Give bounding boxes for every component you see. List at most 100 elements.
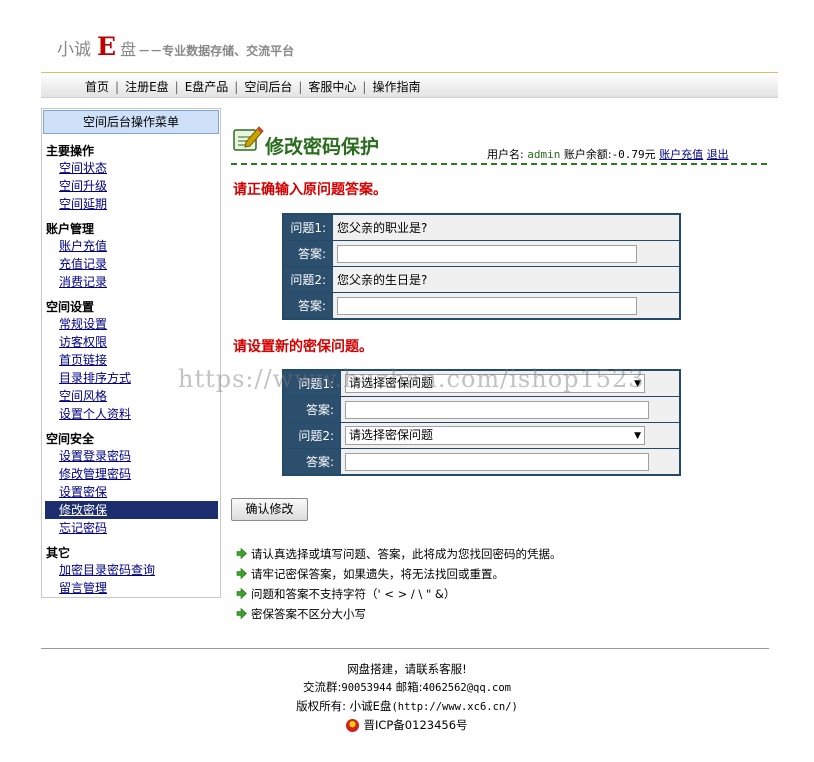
menu-group-settings: 空间设置 常规设置 访客权限 首页链接 目录排序方式 空间风格 设置个人资料 <box>42 299 220 423</box>
qq-group-number: 90053944 <box>341 682 392 694</box>
old-q1-label: 问题1: <box>282 213 333 241</box>
old-q2-label: 问题2: <box>282 266 333 293</box>
menu-space-extend[interactable]: 空间延期 <box>59 195 220 213</box>
balance-value: -0.79元 <box>611 148 656 161</box>
menu-set-login-password[interactable]: 设置登录密码 <box>59 447 220 465</box>
new-a2-label: 答案: <box>282 448 341 476</box>
site-slogan: －－专业数据存储、交流平台 <box>138 44 295 58</box>
nav-products[interactable]: E盘产品 <box>185 80 229 94</box>
copyright-url: (http://www.xc6.cn/) <box>391 701 518 713</box>
tip-text: 请牢记密保答案，如果遗失，将无法找回或重置。 <box>251 567 504 581</box>
tip-text: 密保答案不区分大小写 <box>251 607 366 621</box>
tip-item: 密保答案不区分大小写 <box>236 604 562 624</box>
menu-recharge[interactable]: 账户充值 <box>59 237 220 255</box>
menu-space-style[interactable]: 空间风格 <box>59 387 220 405</box>
menu-forgot-password[interactable]: 忘记密码 <box>59 519 220 537</box>
menu-messages[interactable]: 留言管理 <box>59 579 220 597</box>
menu-dir-sort[interactable]: 目录排序方式 <box>59 369 220 387</box>
recharge-link[interactable]: 账户充值 <box>659 148 703 161</box>
icp-number[interactable]: 晋ICP备0123456号 <box>363 716 467 734</box>
username-label: 用户名: <box>487 148 524 161</box>
nav-register[interactable]: 注册E盘 <box>125 80 169 94</box>
green-arrow-icon <box>236 608 247 619</box>
nav-separator: | <box>362 80 367 94</box>
nav-separator: | <box>174 80 179 94</box>
email-label: 邮箱: <box>395 680 423 694</box>
sidebar-menu: 空间后台操作菜单 主要操作 空间状态 空间升级 空间延期 账户管理 账户充值 充… <box>41 108 221 598</box>
footer-contact-line: 网盘搭建，请联系客服! <box>347 662 467 676</box>
dropdown-arrow-icon: ▼ <box>634 379 641 389</box>
menu-space-upgrade[interactable]: 空间升级 <box>59 177 220 195</box>
green-arrow-icon <box>236 548 247 559</box>
menu-group-main: 主要操作 空间状态 空间升级 空间延期 <box>42 143 220 213</box>
old-answer1-input[interactable] <box>337 244 637 263</box>
menu-group-title: 空间设置 <box>46 300 95 314</box>
menu-encrypted-dir-query[interactable]: 加密目录密码查询 <box>59 561 220 579</box>
copyright-name: 小诚E盘 <box>349 699 392 713</box>
nav-space-admin[interactable]: 空间后台 <box>244 80 292 94</box>
old-q2-text: 您父亲的生日是? <box>332 266 681 293</box>
new-question1-select[interactable]: 请选择密保问题 ▼ <box>345 374 645 393</box>
footer-contact-info: 交流群:90053944 邮箱:4062562@qq.com <box>0 678 814 697</box>
menu-group-title: 主要操作 <box>46 144 95 158</box>
menu-homepage-link[interactable]: 首页链接 <box>59 351 220 369</box>
nav-guide[interactable]: 操作指南 <box>372 80 420 94</box>
user-info: 用户名: admin 账户余额:-0.79元 账户充值 退出 <box>487 146 729 162</box>
menu-space-status[interactable]: 空间状态 <box>59 159 220 177</box>
nav-home[interactable]: 首页 <box>85 80 109 94</box>
select-value: 请选择密保问题 <box>349 428 434 442</box>
menu-change-admin-password[interactable]: 修改管理密码 <box>59 465 220 483</box>
confirm-change-button[interactable]: 确认修改 <box>231 498 308 521</box>
menu-general-settings[interactable]: 常规设置 <box>59 315 220 333</box>
new-question2-select[interactable]: 请选择密保问题 ▼ <box>345 426 645 445</box>
tips-list: 请认真选择或填写问题、答案，此将成为您找回密码的凭据。 请牢记密保答案，如果遗失… <box>236 544 562 624</box>
balance-label: 账户余额: <box>563 148 612 161</box>
police-badge-icon <box>346 718 360 732</box>
site-logo[interactable]: 小诚 E 盘－－专业数据存储、交流平台 <box>57 32 294 62</box>
footer-copyright: 版权所有: 小诚E盘(http://www.xc6.cn/) <box>0 697 814 716</box>
footer-divider <box>41 648 769 649</box>
menu-change-security-question[interactable]: 修改密保 <box>45 501 218 519</box>
old-a2-label: 答案: <box>282 292 333 320</box>
username: admin <box>527 148 561 161</box>
new-q1-label: 问题1: <box>282 369 341 397</box>
tip-item: 问题和答案不支持字符（' < > / \ " &） <box>236 584 562 604</box>
new-answer1-input[interactable] <box>345 400 649 419</box>
new-questions-table: 问题1: 请选择密保问题 ▼ 答案: 问题2: 请选择密保问题 ▼ 答案: <box>282 369 681 476</box>
dropdown-arrow-icon: ▼ <box>634 431 641 441</box>
menu-consumption-records[interactable]: 消费记录 <box>59 273 220 291</box>
menu-set-security-question[interactable]: 设置密保 <box>59 483 220 501</box>
brand-name-part1: 小诚 <box>57 40 91 60</box>
menu-visitor-permissions[interactable]: 访客权限 <box>59 333 220 351</box>
menu-profile[interactable]: 设置个人资料 <box>59 405 220 423</box>
old-answers-table: 问题1: 您父亲的职业是? 答案: 问题2: 您父亲的生日是? 答案: <box>282 213 681 320</box>
copyright-label: 版权所有: <box>296 699 346 713</box>
page-title: 修改密码保护 <box>265 136 380 158</box>
old-answer2-input[interactable] <box>337 296 637 315</box>
footer: 网盘搭建，请联系客服! 交流群:90053944 邮箱:4062562@qq.c… <box>0 660 814 737</box>
menu-group-other: 其它 加密目录密码查询 留言管理 <box>42 545 220 597</box>
menu-group-title: 账户管理 <box>46 222 95 236</box>
menu-group-account: 账户管理 账户充值 充值记录 消费记录 <box>42 221 220 291</box>
new-answer2-input[interactable] <box>345 452 649 471</box>
tip-text: 问题和答案不支持字符（' < > / \ " &） <box>251 587 456 601</box>
brand-name-part2: 盘 <box>120 40 137 59</box>
menu-group-security: 空间安全 设置登录密码 修改管理密码 设置密保 修改密保 忘记密码 <box>42 431 220 537</box>
tip-text: 请认真选择或填写问题、答案，此将成为您找回密码的凭据。 <box>251 547 562 561</box>
new-q2-label: 问题2: <box>282 422 341 449</box>
tip-item: 请牢记密保答案，如果遗失，将无法找回或重置。 <box>236 564 562 584</box>
menu-group-title: 其它 <box>46 546 71 560</box>
top-nav: 首页 | 注册E盘 | E盘产品 | 空间后台 | 客服中心 | 操作指南 <box>41 72 778 98</box>
green-arrow-icon <box>236 568 247 579</box>
pencil-notepad-icon <box>233 126 264 151</box>
menu-recharge-records[interactable]: 充值记录 <box>59 255 220 273</box>
title-divider <box>231 163 767 165</box>
green-arrow-icon <box>236 588 247 599</box>
sidebar-title: 空间后台操作菜单 <box>43 110 219 134</box>
brand-e: E <box>97 32 117 61</box>
nav-separator: | <box>298 80 303 94</box>
new-a1-label: 答案: <box>282 396 341 423</box>
nav-support[interactable]: 客服中心 <box>308 80 356 94</box>
old-a1-label: 答案: <box>282 240 333 267</box>
logout-link[interactable]: 退出 <box>707 148 729 161</box>
